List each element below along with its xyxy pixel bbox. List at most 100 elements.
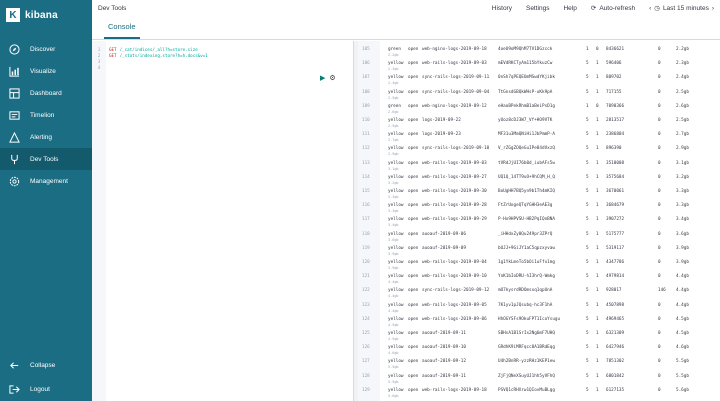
sidebar-item-alerting[interactable]: Alerting bbox=[0, 126, 92, 148]
output-row: 105 green open web-nginx-logs-2019-09-18 4oe… bbox=[358, 45, 720, 57]
cell-docs: 717155 bbox=[606, 89, 622, 95]
cell-docs: 928017 bbox=[606, 288, 622, 294]
cell-continuation: 2.9gb bbox=[388, 152, 399, 157]
cell-uuid: BoUgHH7BQ5yn9b1Th4mKIQ bbox=[498, 189, 555, 194]
sidebar-item-dev-tools[interactable]: Dev Tools bbox=[0, 148, 92, 170]
wrench-icon[interactable]: ⚙ bbox=[329, 74, 335, 82]
cell-size: 3.2gb bbox=[676, 174, 689, 180]
cell-status: open bbox=[408, 103, 419, 109]
cell-health: yellow bbox=[388, 217, 404, 223]
output-row: 116 yellow open web-rails-logs-2019-09-28 Ft… bbox=[358, 201, 720, 213]
cell-index: auoauf-2019-09-10 bbox=[422, 345, 466, 351]
cell-status: open bbox=[408, 373, 419, 379]
sidebar-item-discover[interactable]: Discover bbox=[0, 38, 92, 60]
chevron-right-icon[interactable]: › bbox=[712, 5, 714, 12]
sidebar-item-visualize[interactable]: Visualize bbox=[0, 60, 92, 82]
cell-uuid: P-Hx9HPVSU-HB2PqIQnBNA bbox=[498, 217, 555, 223]
wrench-icon bbox=[8, 153, 20, 165]
cell-rep: 1 bbox=[596, 174, 599, 180]
cell-health: yellow bbox=[388, 359, 404, 365]
cell-rep: 1 bbox=[596, 146, 599, 152]
cell-health: yellow bbox=[388, 89, 404, 95]
line-number: 120 bbox=[362, 260, 370, 265]
cell-uuid: eHaoBPekRhmB1aBeiPsD1g bbox=[498, 103, 555, 109]
response-output[interactable]: 105 green open web-nginx-logs-2019-09-18 4oe… bbox=[358, 41, 720, 401]
cell-docs: 8436621 bbox=[606, 47, 625, 52]
cell-pri: 1 bbox=[586, 47, 589, 52]
collapse-button[interactable]: Collapse bbox=[0, 353, 92, 377]
cell-pri: 5 bbox=[586, 387, 589, 393]
console-editor[interactable]: 1 GET/_cat/indices/_all?h=store.size 2 G… bbox=[92, 41, 354, 401]
play-icon[interactable]: ▶ bbox=[320, 74, 325, 82]
cell-status: open bbox=[408, 245, 419, 251]
cell-health: yellow bbox=[388, 174, 404, 180]
cell-health: yellow bbox=[388, 302, 404, 308]
cell-size: 5.5gb bbox=[676, 373, 689, 379]
cell-rep: 1 bbox=[596, 387, 599, 393]
cell-docs: 6801842 bbox=[606, 373, 625, 379]
cell-index: sync-rails-logs-2019-09-04 bbox=[422, 89, 490, 95]
cell-rep: 1 bbox=[596, 89, 599, 95]
cell-pri: 5 bbox=[586, 189, 589, 194]
cell-health: yellow bbox=[388, 75, 404, 81]
cell-pri: 5 bbox=[586, 331, 589, 336]
editor-line[interactable]: 2 GET/_stats/indexing,store?h=h.docs&v=1 bbox=[92, 53, 208, 59]
logout-button[interactable]: Logout bbox=[0, 377, 92, 401]
sidebar-item-timelion[interactable]: Timelion bbox=[0, 104, 92, 126]
cell-size: 4.4gb bbox=[676, 302, 689, 308]
cell-status: open bbox=[408, 345, 419, 351]
cell-del: 0 bbox=[658, 174, 661, 180]
request-path: /_stats/indexing,store?h=h.docs&v=1 bbox=[119, 53, 208, 58]
cell-index: auoauf-2019-09-11 bbox=[422, 331, 466, 336]
cell-health: yellow bbox=[388, 373, 404, 379]
cell-size: 3.3gb bbox=[676, 189, 689, 194]
cell-continuation: 4.4gb bbox=[388, 294, 399, 299]
settings-link[interactable]: Settings bbox=[526, 5, 550, 12]
auto-refresh-button[interactable]: ⟳ Auto-refresh bbox=[590, 4, 635, 13]
cell-pri: 5 bbox=[586, 345, 589, 351]
cell-continuation: 3.9gb bbox=[388, 266, 399, 270]
cell-health: yellow bbox=[388, 288, 404, 294]
sidebar-nav: K kibana Discover Visualize Dashboard Ti… bbox=[0, 0, 92, 401]
editor-line[interactable]: 4 bbox=[92, 65, 109, 71]
cell-status: open bbox=[408, 118, 419, 123]
refresh-icon: ⟳ bbox=[590, 5, 597, 12]
cell-docs: 4979814 bbox=[606, 274, 625, 280]
tab-bar: Console bbox=[92, 16, 720, 40]
line-number: 115 bbox=[362, 189, 370, 194]
line-number: 4 bbox=[97, 65, 101, 70]
cell-health: yellow bbox=[388, 231, 404, 237]
output-row: 115 yellow open web-rails-logs-2019-09-30 Bo… bbox=[358, 187, 720, 199]
sidebar-item-label: Dashboard bbox=[30, 89, 62, 97]
cell-rep: 1 bbox=[596, 245, 599, 251]
kibana-brand[interactable]: K kibana bbox=[0, 0, 92, 30]
sidebar-item-management[interactable]: Management bbox=[0, 170, 92, 192]
chevron-left-icon[interactable]: ‹ bbox=[649, 5, 651, 12]
cell-health: yellow bbox=[388, 146, 404, 152]
help-link[interactable]: Help bbox=[563, 5, 576, 12]
sidebar-item-label: Alerting bbox=[30, 133, 53, 141]
output-row: 127 yellow open auoauf-2019-09-12 U4h2BnRR-y… bbox=[358, 357, 720, 369]
cell-status: open bbox=[408, 302, 419, 308]
cell-uuid: _iHHdxZy0Qu249pr3ZPrQ bbox=[498, 231, 553, 237]
cell-size: 3.9gb bbox=[676, 245, 689, 251]
cell-size: 2.2gb bbox=[676, 47, 689, 52]
cell-uuid: TtGnsdGBQkWHsP-uKk9pA bbox=[498, 89, 553, 95]
cell-pri: 5 bbox=[586, 316, 589, 322]
tab-console[interactable]: Console bbox=[104, 22, 140, 39]
cell-index: web-rails-logs-2019-09-29 bbox=[422, 217, 487, 223]
cell-index: auoauf-2019-09-06 bbox=[422, 231, 466, 237]
cell-del: 0 bbox=[658, 118, 661, 123]
history-link[interactable]: History bbox=[492, 5, 512, 12]
output-row: 109 green open web-nginx-logs-2019-09-12 eHa… bbox=[358, 102, 720, 114]
cell-size: 4.5gb bbox=[676, 316, 689, 322]
sidebar-item-dashboard[interactable]: Dashboard bbox=[0, 82, 92, 104]
output-row: 123 yellow open web-rails-logs-2019-09-05 7K… bbox=[358, 301, 720, 313]
cell-uuid: bUJJ+9GiJY1aC5qpzxyvaw bbox=[498, 245, 555, 251]
cell-continuation: 2.2gb bbox=[388, 53, 399, 57]
cell-continuation: 2.5gb bbox=[388, 95, 399, 100]
cell-del: 0 bbox=[658, 189, 661, 194]
cell-uuid: 0nSh7qPEQEOmMSwdYKjibk bbox=[498, 75, 555, 81]
cell-uuid: U4h2BnRR-yzzRHz1KEP1ew bbox=[498, 359, 555, 365]
time-picker[interactable]: ‹ ◷ Last 15 minutes › bbox=[649, 4, 714, 13]
